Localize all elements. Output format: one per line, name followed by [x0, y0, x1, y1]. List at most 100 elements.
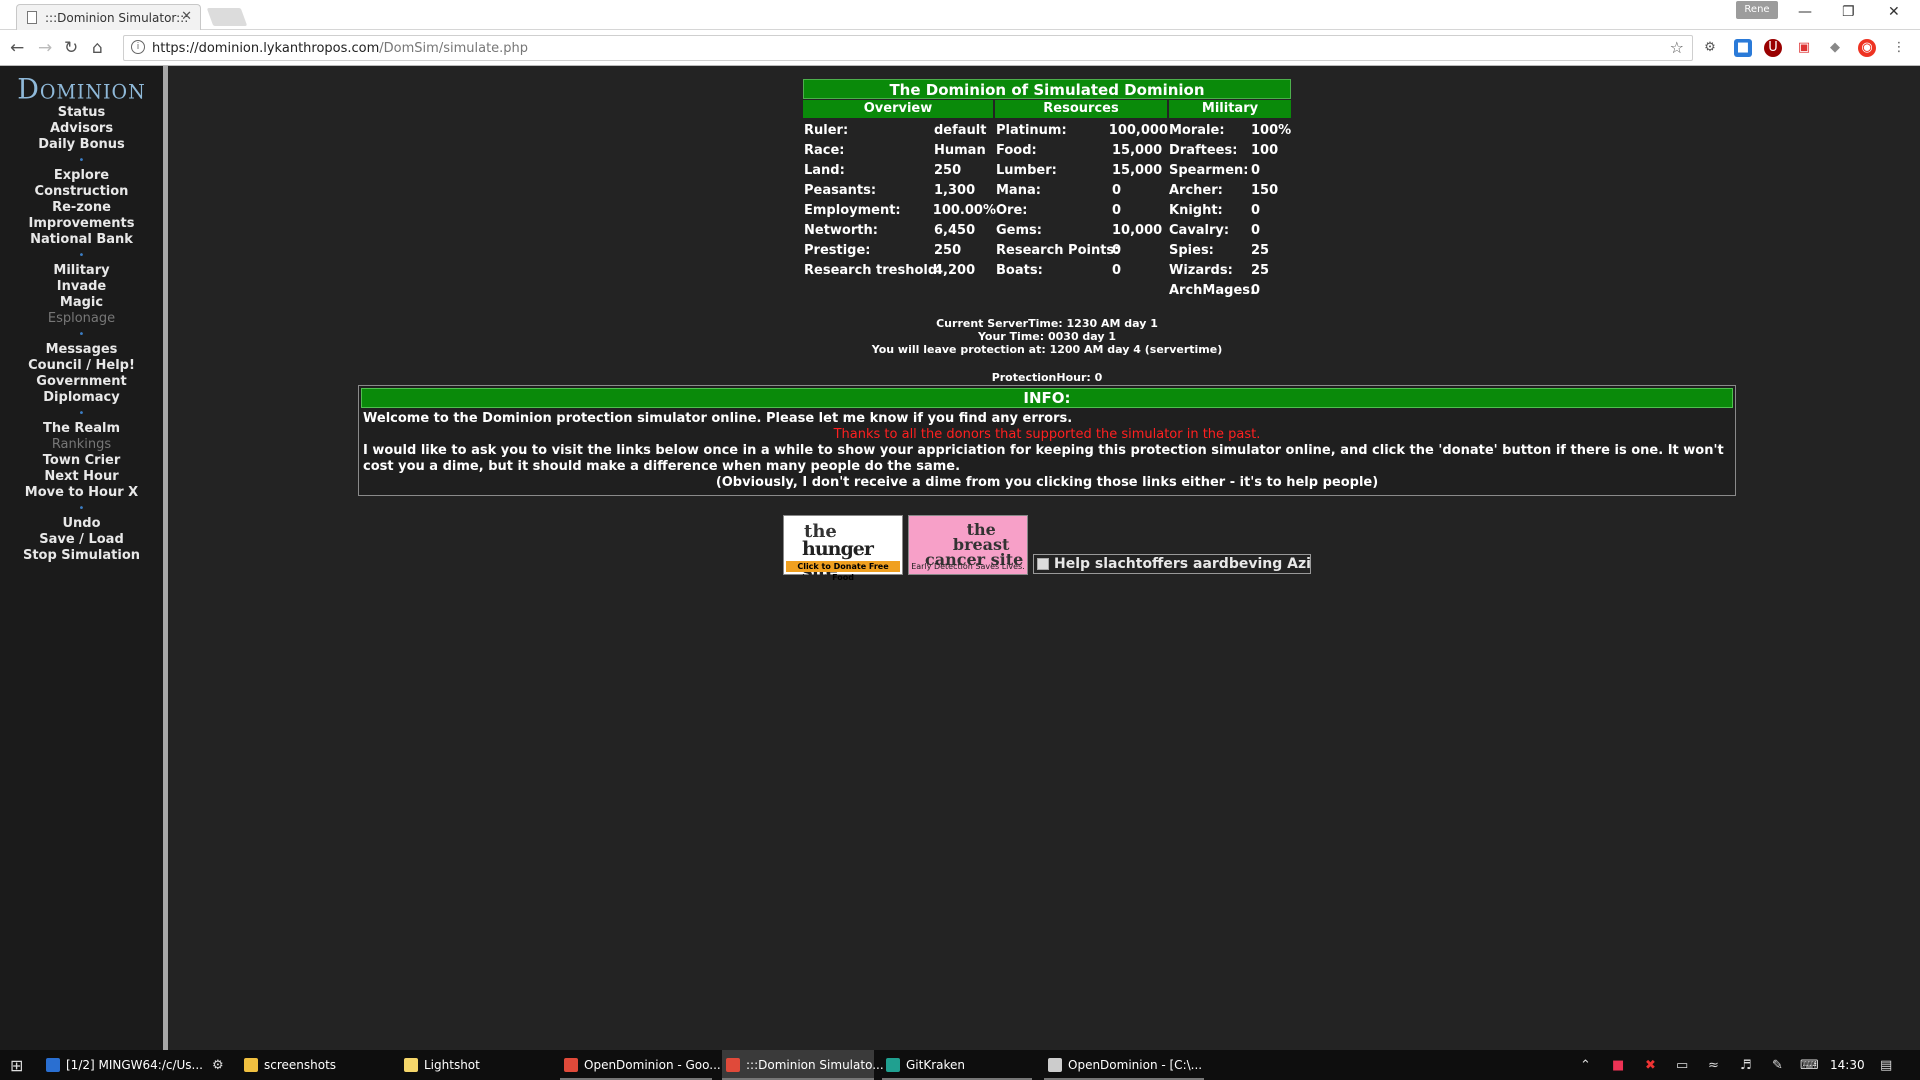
notification-icon[interactable]: ▤ — [1880, 1058, 1892, 1073]
overview-value: Human — [934, 143, 986, 158]
sidebar-item-council-help[interactable]: Council / Help! — [0, 358, 163, 374]
overview-value: 1,300 — [934, 183, 976, 198]
sidebar-item-invade[interactable]: Invade — [0, 279, 163, 295]
sidebar-item-daily-bonus[interactable]: Daily Bonus — [0, 137, 163, 153]
minimize-icon[interactable]: — — [1798, 4, 1812, 20]
military-row: Spies: 25 — [1169, 241, 1293, 261]
shield-extension-icon[interactable]: ◉ — [1858, 39, 1876, 57]
sidebar-item-move-to-hour-x[interactable]: Move to Hour X — [0, 485, 163, 501]
keyboard-icon[interactable]: ⌨ — [1800, 1058, 1819, 1073]
resources-header: Resources — [995, 100, 1167, 118]
info-icon[interactable]: i — [131, 40, 145, 54]
reload-icon[interactable]: ↻ — [64, 38, 78, 58]
server-time: Current ServerTime: 1230 AM day 1 — [936, 317, 1158, 330]
military-row: Spearmen: 0 — [1169, 161, 1293, 181]
taskbar-item[interactable]: Lightshot — [400, 1050, 550, 1080]
taskbar-app-icon — [244, 1058, 258, 1072]
overview-value: 4,200 — [934, 263, 976, 278]
sidebar-item-improvements[interactable]: Improvements — [0, 216, 163, 232]
sidebar-item-save-load[interactable]: Save / Load — [0, 532, 163, 548]
battery-icon[interactable]: ▭ — [1676, 1058, 1688, 1073]
new-tab-button[interactable] — [206, 8, 248, 26]
taskbar-item[interactable]: screenshots — [240, 1050, 390, 1080]
resources-row: Boats: 0 — [996, 261, 1168, 281]
info-title: INFO: — [361, 388, 1733, 408]
sidebar-item-esplonage: Esplonage — [47, 311, 116, 326]
address-bar[interactable]: i https://dominion.lykanthropos.com/DomS… — [123, 35, 1693, 61]
extension-icon[interactable]: ■ — [1734, 39, 1752, 57]
taskbar-item-label: GitKraken — [906, 1058, 966, 1072]
hunger-site-banner[interactable]: the hunger site Click to Donate Free Foo… — [783, 515, 903, 582]
taskbar-clock[interactable]: 14:30 — [1830, 1050, 1865, 1080]
taskbar-item[interactable]: OpenDominion - [C:\... — [1044, 1050, 1204, 1080]
sidebar-item-diplomacy[interactable]: Diplomacy — [0, 390, 163, 406]
windows-start-icon[interactable]: ⊞ — [10, 1056, 23, 1075]
taskbar-app-icon — [726, 1058, 740, 1072]
sidebar-item-national-bank[interactable]: National Bank — [0, 232, 163, 248]
sidebar-item-status[interactable]: Status — [0, 105, 163, 121]
taskbar-item[interactable]: :::Dominion Simulato... — [722, 1050, 884, 1080]
sidebar: Dominion Status Advisors Daily Bonus • Explo… — [0, 66, 168, 1050]
sidebar-item-undo[interactable]: Undo — [0, 516, 163, 532]
taskbar-item[interactable]: GitKraken — [882, 1050, 1032, 1080]
resources-row: Gems: 10,000 — [996, 221, 1168, 241]
sidebar-separator: • — [78, 408, 85, 419]
sidebar-item-explore[interactable]: Explore — [0, 168, 163, 184]
overview-row: Peasants: 1,300 — [804, 181, 996, 201]
sidebar-item-stop-simulation[interactable]: Stop Simulation — [0, 548, 163, 564]
wifi-icon[interactable]: ≈ — [1708, 1058, 1719, 1073]
military-label: ArchMages: — [1169, 283, 1256, 298]
sidebar-item-construction[interactable]: Construction — [0, 184, 163, 200]
browser-tab[interactable]: :::Dominion Simulator::: ✕ — [16, 4, 201, 30]
star-icon[interactable]: ☆ — [1670, 38, 1684, 57]
military-value: 100% — [1251, 123, 1292, 138]
sidebar-item-military[interactable]: Military — [0, 263, 163, 279]
forward-icon[interactable]: → — [38, 38, 52, 58]
sidebar-item-advisors[interactable]: Advisors — [0, 121, 163, 137]
tray-app-icon[interactable]: ■ — [1612, 1058, 1624, 1073]
close-window-icon[interactable]: ✕ — [1888, 4, 1900, 20]
settings-app-icon[interactable]: ⚙ — [212, 1058, 224, 1073]
pen-icon[interactable]: ✎ — [1772, 1058, 1783, 1073]
menu-icon[interactable]: ⋮ — [1890, 39, 1908, 57]
sidebar-item-re-zone[interactable]: Re-zone — [0, 200, 163, 216]
sidebar-item-magic[interactable]: Magic — [0, 295, 163, 311]
status-headers: Overview Resources Military — [803, 100, 1291, 118]
volume-icon[interactable]: ♬ — [1740, 1058, 1752, 1073]
resources-label: Ore: — [996, 203, 1028, 218]
overview-value: 250 — [934, 243, 962, 258]
taskbar-item[interactable]: [1/2] MINGW64:/c/Us... — [42, 1050, 203, 1080]
windows-taskbar: ⊞ [1/2] MINGW64:/c/Us... screenshots Light… — [0, 1050, 1920, 1080]
sidebar-item-messages[interactable]: Messages — [0, 342, 163, 358]
taskbar-app-icon — [886, 1058, 900, 1072]
overview-row: Research treshold: 4,200 — [804, 261, 996, 281]
sidebar-item-the-realm[interactable]: The Realm — [0, 421, 163, 437]
page-content: Dominion Status Advisors Daily Bonus • Explo… — [0, 66, 1920, 1050]
sidebar-item-government[interactable]: Government — [0, 374, 163, 390]
sidebar-item-town-crier[interactable]: Town Crier — [0, 453, 163, 469]
military-value: 0 — [1251, 223, 1261, 238]
overview-label: Peasants: — [804, 183, 877, 198]
restore-icon[interactable]: ❐ — [1842, 4, 1855, 20]
breast-cancer-site-banner[interactable]: the breast cancer site Early Detection S… — [908, 515, 1028, 575]
tray-chevron-icon[interactable]: ⌃ — [1580, 1058, 1591, 1073]
taskbar-item-label: Lightshot — [424, 1058, 480, 1072]
url-path: /DomSim/simulate.php — [379, 40, 529, 56]
cube-extension-icon[interactable]: ◆ — [1826, 39, 1844, 57]
overview-value: 6,450 — [934, 223, 976, 238]
aardbeving-broken-image-link[interactable]: Help slachtoffers aardbeving Azi� — [1033, 554, 1311, 574]
sidebar-item-next-hour[interactable]: Next Hour — [0, 469, 163, 485]
resources-row: Research Points: 0 — [996, 241, 1168, 261]
pdf-extension-icon[interactable]: ▣ — [1795, 39, 1813, 57]
taskbar-item[interactable]: OpenDominion - Goo... — [560, 1050, 721, 1080]
profile-button[interactable]: Rene — [1736, 1, 1778, 19]
military-label: Draftees: — [1169, 143, 1238, 158]
taskbar-app-icon — [404, 1058, 418, 1072]
ublock-icon[interactable]: U — [1764, 39, 1782, 57]
tab-close-icon[interactable]: ✕ — [181, 9, 192, 24]
back-icon[interactable]: ← — [10, 38, 24, 58]
tray-alert-icon[interactable]: ✖ — [1645, 1058, 1656, 1073]
settings-extension-icon[interactable]: ⚙ — [1701, 39, 1719, 57]
overview-row: Networth: 6,450 — [804, 221, 996, 241]
home-icon[interactable]: ⌂ — [92, 38, 103, 58]
